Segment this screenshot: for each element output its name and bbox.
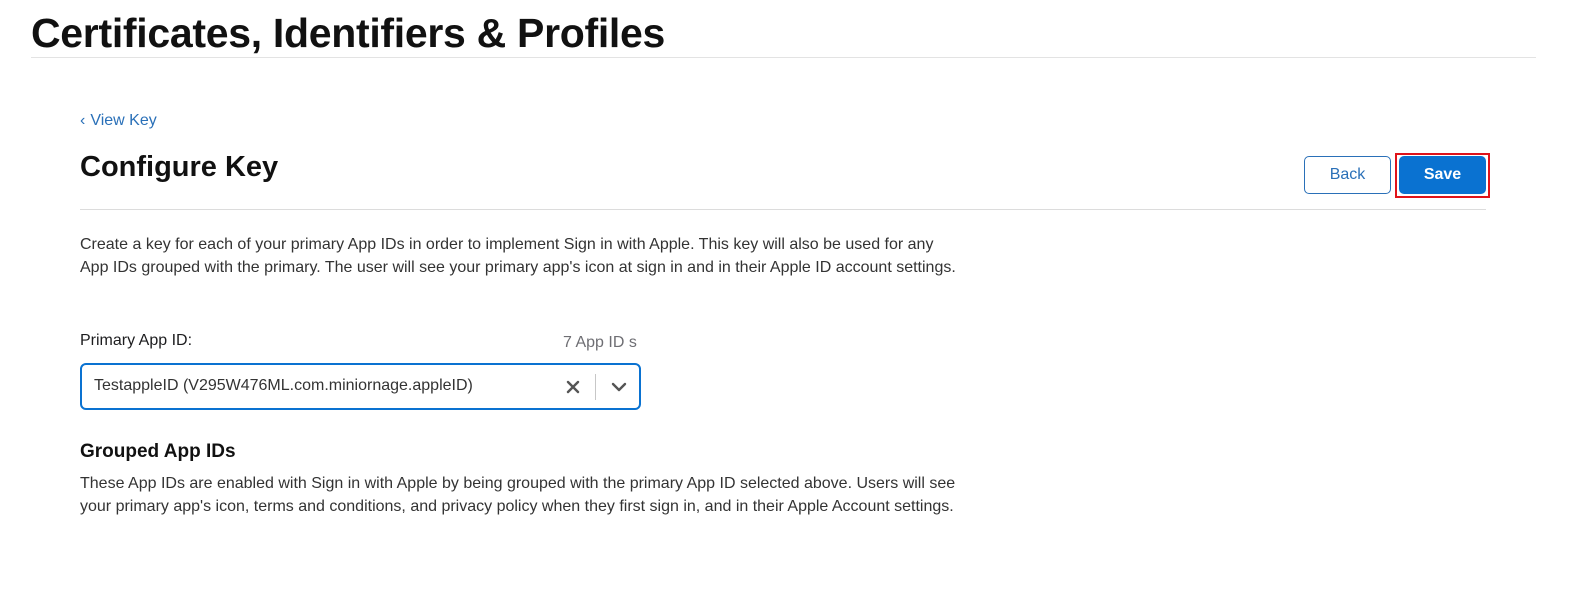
chevron-down-icon[interactable] bbox=[606, 374, 632, 400]
primary-app-id-select[interactable]: TestappleID (V295W476ML.com.miniornage.a… bbox=[80, 363, 641, 410]
select-separator bbox=[595, 374, 596, 400]
section-title: Configure Key bbox=[80, 151, 279, 183]
intro-description: Create a key for each of your primary Ap… bbox=[80, 236, 956, 276]
back-link-label: View Key bbox=[90, 112, 157, 129]
app-id-count: 7 App ID s bbox=[563, 334, 637, 351]
save-button[interactable]: Save bbox=[1399, 156, 1486, 194]
section-divider bbox=[80, 209, 1486, 210]
chevron-left-icon: ‹ bbox=[80, 112, 86, 129]
close-icon[interactable] bbox=[560, 374, 586, 400]
primary-app-id-value: TestappleID (V295W476ML.com.miniornage.a… bbox=[94, 377, 473, 394]
main-content: ‹ View Key Configure Key Back Save Create… bbox=[80, 0, 1490, 602]
primary-app-id-label: Primary App ID: bbox=[80, 332, 193, 349]
view-key-back-link[interactable]: ‹ View Key bbox=[80, 112, 157, 130]
back-button[interactable]: Back bbox=[1304, 156, 1391, 194]
grouped-app-ids-heading: Grouped App IDs bbox=[80, 441, 236, 462]
grouped-app-ids-description: These App IDs are enabled with Sign in w… bbox=[80, 475, 956, 515]
